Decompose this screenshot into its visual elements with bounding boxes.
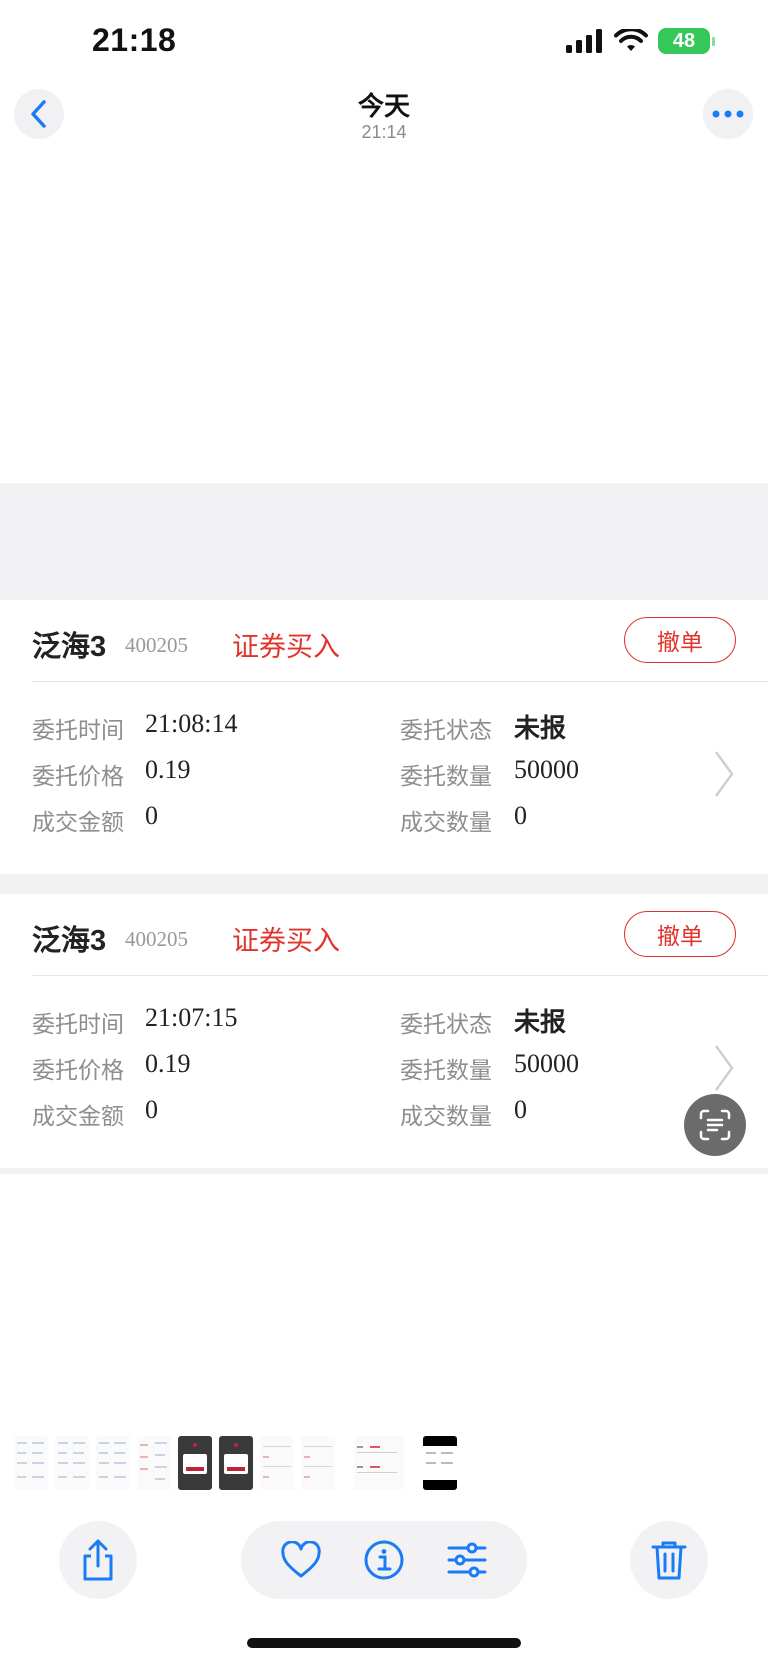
photo-actions-group <box>241 1521 527 1599</box>
field-value: 未报 <box>514 1007 567 1037</box>
field-label: 成交数量 <box>400 809 492 835</box>
text-scan-icon <box>699 1109 731 1141</box>
more-dots-icon <box>712 110 744 118</box>
card-divider <box>32 681 768 682</box>
field-label: 委托价格 <box>32 1057 124 1083</box>
thumbnail-strip[interactable] <box>14 1436 457 1490</box>
info-icon[interactable] <box>363 1539 405 1581</box>
card-bottom-edge <box>0 1168 768 1174</box>
wifi-icon <box>614 29 648 51</box>
field-value: 50000 <box>514 755 579 784</box>
home-indicator <box>247 1638 521 1648</box>
field-label: 成交金额 <box>32 809 124 835</box>
live-text-button[interactable] <box>684 1094 746 1156</box>
share-icon <box>83 1539 113 1581</box>
page-subtitle: 21:14 <box>361 122 407 142</box>
page-title: 今天 <box>357 91 410 121</box>
photo-thumbnail[interactable] <box>301 1436 335 1490</box>
card-divider <box>32 975 768 976</box>
battery-level: 48 <box>672 29 696 52</box>
field-label: 委托数量 <box>400 763 492 789</box>
photo-thumbnail[interactable] <box>260 1436 294 1490</box>
cancel-order-label: 撤单 <box>657 629 703 655</box>
field-value: 21:08:14 <box>145 709 238 738</box>
stock-code: 400205 <box>125 633 188 657</box>
stock-name: 泛海3 <box>32 631 107 663</box>
field-label: 成交金额 <box>32 1103 124 1129</box>
stock-code: 400205 <box>125 927 188 951</box>
photo-thumbnail[interactable] <box>219 1436 253 1490</box>
cancel-order-button[interactable]: 撤单 <box>624 911 736 957</box>
cancel-order-button[interactable]: 撤单 <box>624 617 736 663</box>
share-button[interactable] <box>59 1521 137 1599</box>
photo-thumbnail[interactable] <box>55 1436 89 1490</box>
photo-thumbnail[interactable] <box>137 1436 171 1490</box>
photo-thumbnail[interactable] <box>423 1436 457 1490</box>
adjust-icon[interactable] <box>446 1541 488 1579</box>
trash-icon <box>651 1541 687 1580</box>
field-label: 委托价格 <box>32 763 124 789</box>
field-value: 0 <box>145 1095 158 1124</box>
order-type: 证券买入 <box>232 632 340 662</box>
photo-thumbnail[interactable] <box>14 1436 48 1490</box>
signal-icon <box>566 29 602 53</box>
field-value: 0.19 <box>145 755 191 784</box>
cancel-order-label: 撤单 <box>657 923 703 949</box>
field-label: 成交数量 <box>400 1103 492 1129</box>
battery-indicator: 48 <box>658 28 715 54</box>
field-label: 委托状态 <box>400 1011 492 1037</box>
screenshot-gray-band <box>0 483 768 600</box>
field-label: 委托时间 <box>32 1011 124 1037</box>
photo-thumbnail-current[interactable] <box>354 1436 404 1490</box>
heart-icon[interactable] <box>280 1541 322 1579</box>
field-value: 0.19 <box>145 1049 191 1078</box>
stock-name: 泛海3 <box>32 925 107 957</box>
order-type: 证券买入 <box>232 926 340 956</box>
field-label: 委托状态 <box>400 717 492 743</box>
status-time: 21:18 <box>92 22 177 58</box>
delete-button[interactable] <box>630 1521 708 1599</box>
field-value: 0 <box>145 801 158 830</box>
field-value: 21:07:15 <box>145 1003 238 1032</box>
photo-thumbnail[interactable] <box>178 1436 212 1490</box>
field-value: 0 <box>514 1095 527 1124</box>
more-button[interactable] <box>703 89 753 139</box>
chevron-right-icon[interactable] <box>713 1044 735 1092</box>
card-separator <box>0 874 768 894</box>
order-card[interactable]: 泛海3 400205 证券买入 撤单 委托时间 21:08:14 委托状态 未报… <box>0 600 768 874</box>
status-icons: 48 <box>566 28 715 54</box>
chevron-right-icon[interactable] <box>713 750 735 798</box>
field-label: 委托数量 <box>400 1057 492 1083</box>
field-value: 0 <box>514 801 527 830</box>
field-label: 委托时间 <box>32 717 124 743</box>
field-value: 50000 <box>514 1049 579 1078</box>
order-card[interactable]: 泛海3 400205 证券买入 撤单 委托时间 21:07:15 委托状态 未报… <box>0 894 768 1168</box>
photo-thumbnail[interactable] <box>96 1436 130 1490</box>
field-value: 未报 <box>514 713 567 743</box>
